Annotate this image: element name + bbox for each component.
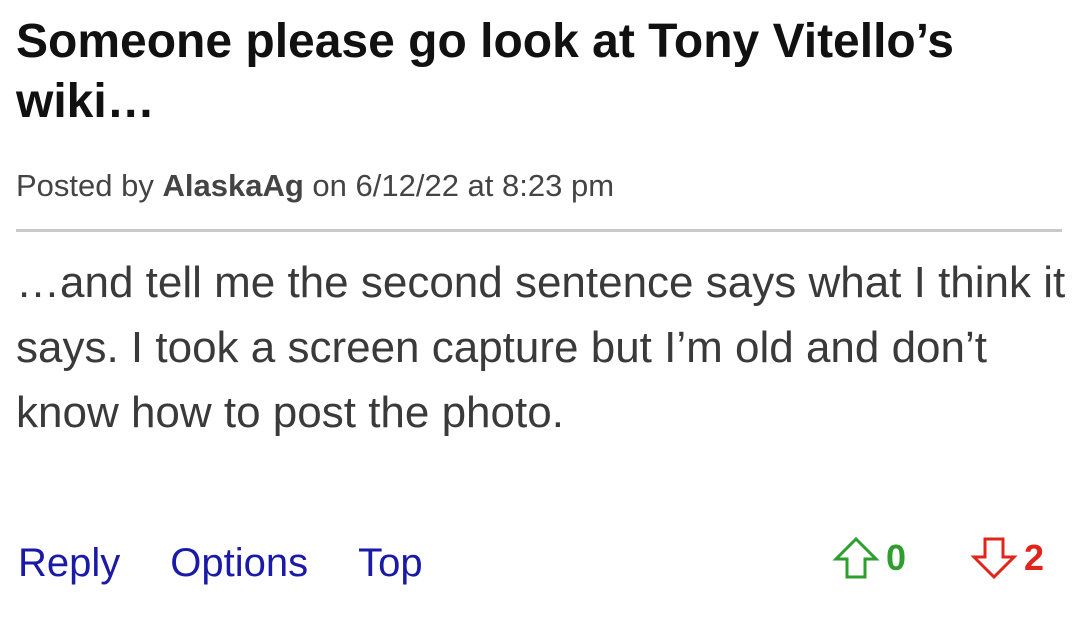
arrow-up-outline-icon [832, 536, 880, 580]
arrow-down-outline-icon [970, 536, 1018, 580]
vote-controls: 0 2 [832, 533, 1044, 583]
post-meta: Posted by AlaskaAg on 6/12/22 at 8:23 pm [16, 166, 614, 206]
options-link[interactable]: Options [170, 541, 308, 585]
reply-link[interactable]: Reply [18, 541, 120, 585]
upvote-button[interactable]: 0 [832, 536, 906, 580]
downvote-count: 2 [1023, 537, 1044, 578]
posted-by-label: Posted by [16, 168, 163, 203]
posted-on-label: on [303, 168, 356, 203]
post-title: Someone please go look at Tony Vitello’s… [16, 15, 954, 128]
downvote-button[interactable]: 2 [970, 536, 1044, 580]
upvote-count: 0 [885, 537, 906, 578]
forum-post: Someone please go look at Tony Vitello’s… [0, 0, 1080, 632]
author-link[interactable]: AlaskaAg [162, 168, 303, 203]
post-datetime: 6/12/22 at 8:23 pm [355, 168, 615, 203]
top-link[interactable]: Top [358, 541, 423, 585]
post-actions: Reply Options Top [18, 535, 473, 591]
post-body: …and tell me the second sentence says wh… [16, 258, 1066, 437]
divider [16, 229, 1062, 232]
